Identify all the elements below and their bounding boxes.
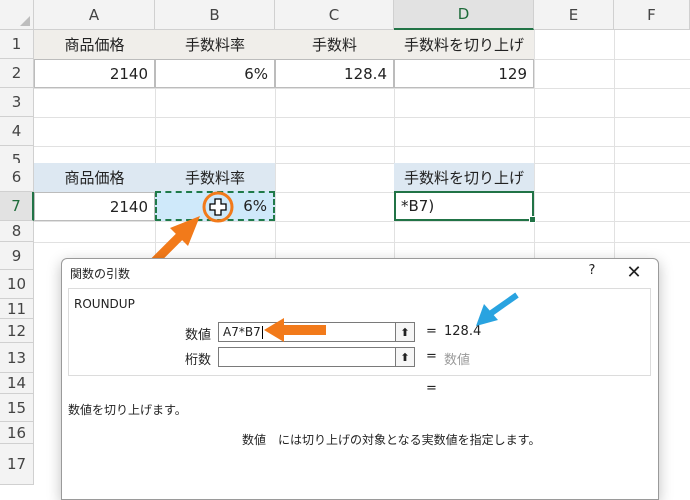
- dialog-title: 関数の引数: [70, 267, 131, 281]
- cell-a2[interactable]: 2140: [34, 59, 155, 88]
- function-description: 数値を切り上げます。: [68, 403, 187, 417]
- argument-help-text: 数値 には切り上げの対象となる実数値を指定します。: [242, 433, 541, 447]
- cell-b2[interactable]: 6%: [155, 59, 275, 88]
- gridline: [34, 88, 690, 89]
- function-group: ROUNDUP 数値 A7*B7 ⬆ = 128.4 桁数 ⬆ = 数値: [68, 288, 651, 376]
- row-header-4[interactable]: 4: [0, 117, 34, 146]
- column-header-a[interactable]: A: [34, 0, 155, 30]
- cell-d2[interactable]: 129: [394, 59, 534, 88]
- row-header-1[interactable]: 1: [0, 30, 34, 59]
- close-icon[interactable]: ✕: [623, 261, 645, 283]
- arg-label-number: 数値: [185, 328, 212, 343]
- cell-b7-value: 6%: [243, 197, 267, 215]
- input-pointer-arrow-icon: [264, 318, 326, 342]
- cell-d1[interactable]: 手数料を切り上げ: [394, 30, 534, 59]
- result-pointer-arrow-icon: [476, 292, 519, 326]
- column-header-d[interactable]: D: [394, 0, 534, 30]
- cell-a1[interactable]: 商品価格: [34, 30, 155, 59]
- column-header-b[interactable]: B: [155, 0, 275, 30]
- row-header-9[interactable]: 9: [0, 242, 34, 270]
- gridline: [34, 242, 690, 243]
- row-header-12[interactable]: 12: [0, 319, 34, 343]
- collapse-dialog-icon[interactable]: ⬆: [395, 347, 415, 367]
- cell-c1[interactable]: 手数料: [275, 30, 394, 59]
- row-header-7[interactable]: 7: [0, 192, 34, 221]
- row-header-8[interactable]: 8: [0, 221, 34, 242]
- row-header-2[interactable]: 2: [0, 59, 34, 88]
- cell-d6[interactable]: 手数料を切り上げ: [394, 163, 534, 192]
- collapse-dialog-icon[interactable]: ⬆: [395, 322, 415, 342]
- equals-sign: =: [426, 324, 437, 339]
- cell-a7[interactable]: 2140: [34, 192, 155, 221]
- column-header-c[interactable]: C: [275, 0, 394, 30]
- gridline: [34, 221, 690, 222]
- row-header-11[interactable]: 11: [0, 299, 34, 319]
- gridline: [34, 146, 690, 147]
- column-header-f[interactable]: F: [614, 0, 690, 30]
- cell-b1[interactable]: 手数料率: [155, 30, 275, 59]
- row-header-17[interactable]: 17: [0, 444, 34, 485]
- function-name: ROUNDUP: [74, 297, 135, 311]
- row-header-15[interactable]: 15: [0, 394, 34, 422]
- cell-d7-formula: *B7): [401, 197, 435, 215]
- select-all-corner[interactable]: [0, 0, 34, 30]
- number-input-value: A7*B7: [223, 325, 261, 339]
- formula-result-equals: =: [426, 381, 437, 396]
- equals-sign: =: [426, 349, 437, 364]
- digits-input[interactable]: [218, 347, 413, 367]
- cell-a6[interactable]: 商品価格: [34, 163, 155, 192]
- row-header-14[interactable]: 14: [0, 373, 34, 394]
- cell-d7-editing[interactable]: *B7): [394, 191, 536, 223]
- row-header-6[interactable]: 6: [0, 163, 34, 192]
- function-arguments-dialog: 関数の引数 ? ✕ ROUNDUP 数値 A7*B7 ⬆ = 128.4 桁数 …: [61, 258, 659, 500]
- column-header-e[interactable]: E: [534, 0, 614, 30]
- row-header-13[interactable]: 13: [0, 343, 34, 373]
- help-button[interactable]: ?: [583, 263, 601, 278]
- cell-b6[interactable]: 手数料率: [155, 163, 275, 192]
- cell-c2[interactable]: 128.4: [275, 59, 394, 88]
- digits-result: 数値: [444, 353, 471, 368]
- row-header-10[interactable]: 10: [0, 270, 34, 299]
- gridline: [34, 117, 690, 118]
- arg-label-digits: 桁数: [185, 353, 212, 368]
- row-header-3[interactable]: 3: [0, 88, 34, 117]
- row-header-16[interactable]: 16: [0, 422, 34, 444]
